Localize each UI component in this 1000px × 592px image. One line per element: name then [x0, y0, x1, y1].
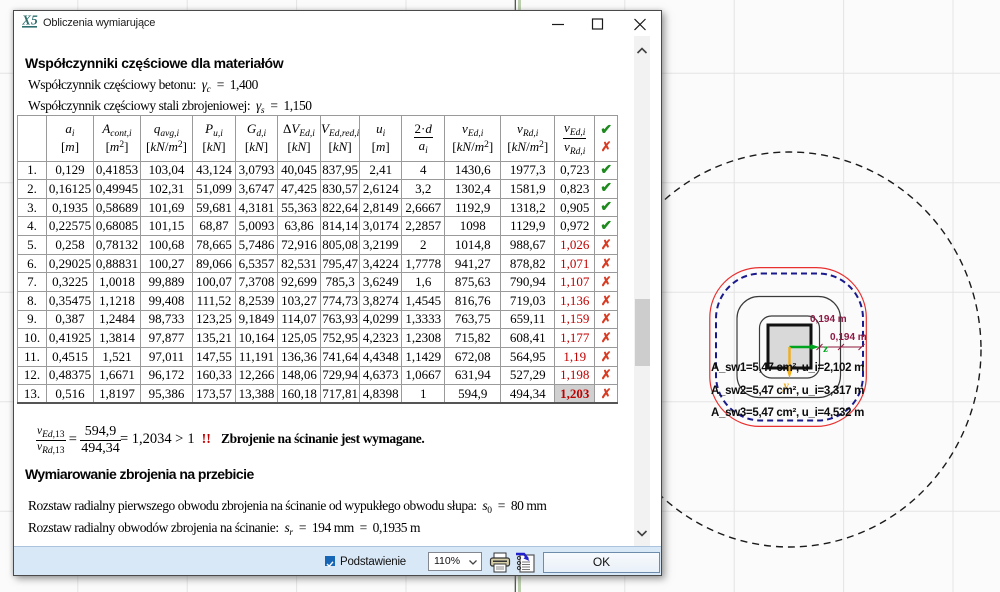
svg-text:z: z — [823, 341, 829, 355]
svg-text:X5: X5 — [22, 13, 38, 28]
